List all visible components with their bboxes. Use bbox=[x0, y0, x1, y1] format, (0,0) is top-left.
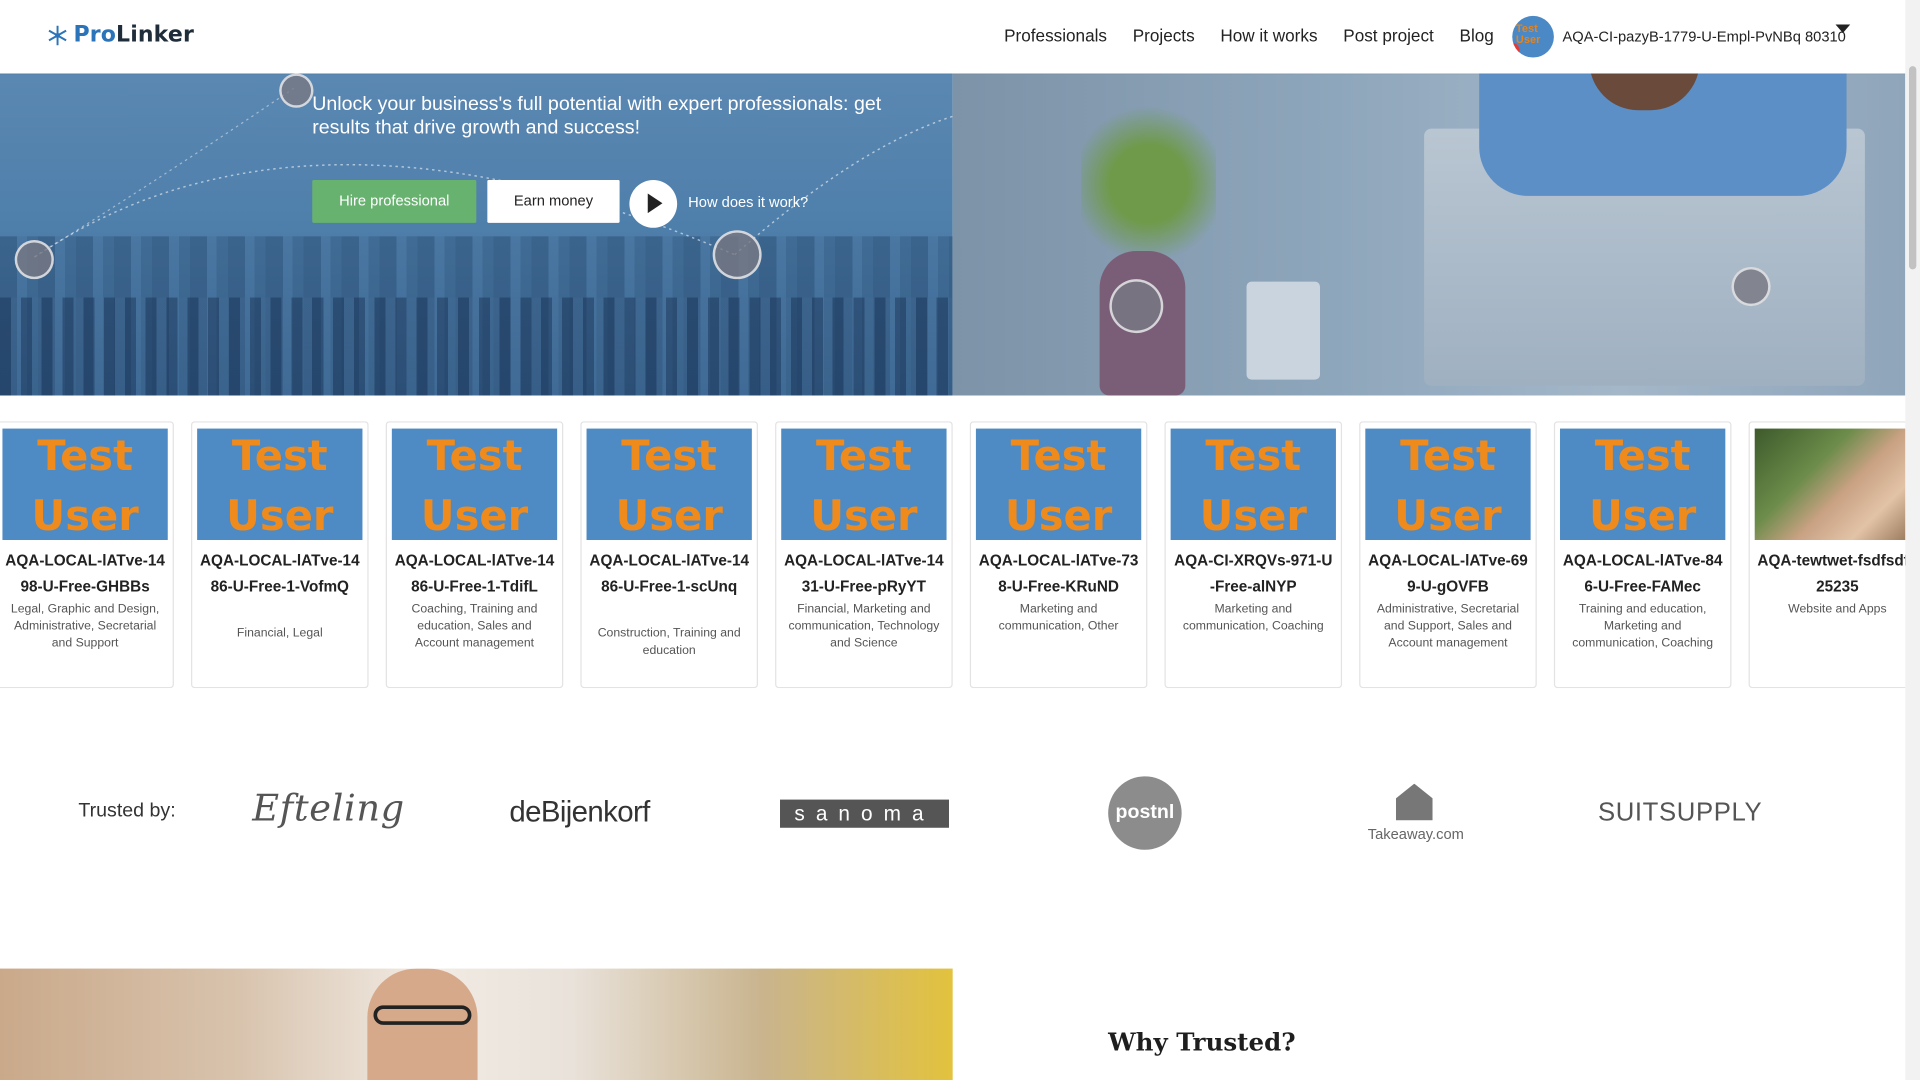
profile-image: Test User bbox=[1560, 428, 1726, 541]
professional-categories: Construction, Training and education bbox=[597, 626, 741, 658]
scrollbar-thumb[interactable] bbox=[1908, 66, 1917, 270]
professional-card[interactable]: Test User AQA-LOCAL-lATve-1431-U-Free-pRy… bbox=[775, 421, 953, 689]
profile-image: Test User bbox=[781, 428, 947, 541]
prolinker-logo[interactable]: ProLinker bbox=[47, 22, 194, 48]
professional-name[interactable]: AQA-LOCAL-lATve-1431-U-Free-pRyYT bbox=[782, 549, 945, 600]
network-avatar bbox=[1109, 279, 1164, 334]
chevron-down-icon[interactable] bbox=[1835, 24, 1851, 34]
nav-post-project[interactable]: Post project bbox=[1343, 26, 1434, 46]
nav-how-it-works[interactable]: How it works bbox=[1220, 26, 1317, 46]
why-trusted-image bbox=[0, 968, 953, 1080]
sanoma-logo: sanoma bbox=[780, 799, 949, 828]
efteling-logo: Efteling bbox=[252, 787, 405, 831]
takeaway-house-icon bbox=[1395, 783, 1433, 821]
professional-categories: Website and Apps bbox=[1788, 602, 1887, 616]
hire-professional-button[interactable]: Hire professional bbox=[312, 180, 477, 223]
professionals-carousel: Test User AQA-LOCAL-lATve-1498-U-Free-GHB… bbox=[0, 421, 1906, 689]
professional-name[interactable]: AQA-LOCAL-lATve-1498-U-Free-GHBBs bbox=[4, 549, 167, 600]
professional-categories: Marketing and communication, Other bbox=[998, 602, 1119, 634]
main-nav: Professionals Projects How it works Post… bbox=[1004, 26, 1494, 46]
professional-card[interactable]: Test User AQA-LOCAL-lATve-1486-U-Free-1-s… bbox=[580, 421, 758, 689]
glasses-shape bbox=[373, 1005, 472, 1025]
network-avatar bbox=[14, 240, 54, 280]
professional-card[interactable]: Test User AQA-LOCAL-lATve-738-U-Free-KRuN… bbox=[969, 421, 1148, 689]
trusted-by-label: Trusted by: bbox=[78, 800, 176, 822]
professional-name[interactable]: AQA-LOCAL-lATve-738-U-Free-KRuND bbox=[977, 549, 1140, 600]
page: ProLinker Professionals Projects How it … bbox=[0, 0, 1920, 1080]
why-trusted-title: Why Trusted? bbox=[1108, 1027, 1296, 1057]
profile-image: Test User bbox=[975, 428, 1142, 541]
logo-text: ProLinker bbox=[73, 22, 193, 48]
professional-categories: Legal, Graphic and Design, Administrativ… bbox=[10, 602, 160, 651]
professional-name[interactable]: AQA-LOCAL-lATve-1486-U-Free-1-scUnq bbox=[588, 549, 751, 600]
user-menu[interactable]: Test User 1 AQA-CI-pazyB-1779-U-Empl-PvN… bbox=[1512, 15, 1846, 58]
top-header: ProLinker Professionals Projects How it … bbox=[0, 0, 1906, 74]
profile-image: Test User bbox=[197, 428, 363, 541]
professional-name[interactable]: AQA-LOCAL-lATve-1486-U-Free-1-TdifL bbox=[393, 549, 556, 600]
professional-categories: Training and education, Marketing and co… bbox=[1572, 602, 1714, 651]
network-avatar bbox=[712, 230, 762, 280]
professional-card[interactable]: Test User AQA-LOCAL-lATve-1486-U-Free-1-V… bbox=[191, 421, 369, 689]
professional-name[interactable]: AQA-LOCAL-lATve-846-U-Free-FAMec bbox=[1561, 549, 1724, 600]
hero-section: Unlock your business's full potential wi… bbox=[0, 73, 1906, 396]
takeaway-logo-text: Takeaway.com bbox=[1367, 825, 1464, 843]
professional-card[interactable]: Test User AQA-CI-XRQVs-971-U-Free-alNYP M… bbox=[1164, 421, 1343, 689]
avatar[interactable]: Test User 1 bbox=[1512, 15, 1554, 58]
hero-city-image: Unlock your business's full potential wi… bbox=[0, 73, 953, 396]
earn-money-button[interactable]: Earn money bbox=[487, 180, 620, 223]
profile-photo bbox=[1754, 428, 1906, 541]
takeaway-logo: Takeaway.com bbox=[1367, 783, 1464, 843]
professional-card[interactable]: AQA-tewtwet-fsdfsdf325235 Website and Ap… bbox=[1748, 421, 1906, 689]
suitsupply-logo: SUITSUPPLY bbox=[1597, 798, 1763, 827]
professional-name[interactable]: AQA-CI-XRQVs-971-U-Free-alNYP bbox=[1172, 549, 1335, 600]
mug-shape bbox=[1246, 281, 1321, 380]
debijenkorf-logo: deBijenkorf bbox=[509, 795, 650, 829]
professional-name[interactable]: AQA-LOCAL-lATve-1486-U-Free-1-VofmQ bbox=[198, 549, 361, 600]
professional-name[interactable]: AQA-tewtwet-fsdfsdf325235 bbox=[1756, 549, 1905, 600]
how-does-it-work-link[interactable]: How does it work? bbox=[688, 193, 808, 210]
profile-image: Test User bbox=[2, 428, 168, 541]
professional-categories: Financial, Legal bbox=[236, 626, 323, 641]
network-avatar bbox=[279, 73, 314, 108]
professional-categories: Marketing and communication, Coaching bbox=[1182, 602, 1324, 634]
profile-image: Test User bbox=[391, 428, 558, 541]
professional-categories: Financial, Marketing and communication, … bbox=[788, 602, 940, 651]
hero-tagline: Unlock your business's full potential wi… bbox=[312, 94, 882, 139]
logo-text-linker: Linker bbox=[116, 22, 194, 48]
postnl-logo: postnl bbox=[1108, 776, 1182, 850]
logo-snowflake-icon bbox=[48, 25, 67, 45]
plant-shape bbox=[1081, 73, 1216, 258]
play-icon[interactable] bbox=[629, 180, 678, 228]
professional-card[interactable]: Test User AQA-LOCAL-lATve-1498-U-Free-GHB… bbox=[0, 421, 174, 689]
professional-card[interactable]: Test User AQA-LOCAL-lATve-1486-U-Free-1-T… bbox=[385, 421, 564, 689]
nav-professionals[interactable]: Professionals bbox=[1004, 26, 1107, 46]
logo-text-pro: Pro bbox=[73, 22, 117, 48]
nav-blog[interactable]: Blog bbox=[1460, 26, 1494, 46]
profile-image: Test User bbox=[1170, 428, 1336, 541]
page-scrollbar[interactable] bbox=[1905, 0, 1920, 1080]
nav-projects[interactable]: Projects bbox=[1133, 26, 1195, 46]
professional-categories: Coaching, Training and education, Sales … bbox=[411, 602, 538, 651]
professional-card[interactable]: Test User AQA-LOCAL-lATve-699-U-gOVFB Adm… bbox=[1359, 421, 1537, 689]
professional-name[interactable]: AQA-LOCAL-lATve-699-U-gOVFB bbox=[1367, 549, 1530, 600]
user-name[interactable]: AQA-CI-pazyB-1779-U-Empl-PvNBq 80310 bbox=[1562, 28, 1845, 45]
profile-image: Test User bbox=[586, 428, 752, 541]
network-avatar bbox=[1731, 266, 1771, 307]
professional-card[interactable]: Test User AQA-LOCAL-lATve-846-U-Free-FAMe… bbox=[1553, 421, 1732, 689]
hero-office-image bbox=[952, 73, 1906, 396]
profile-image: Test User bbox=[1365, 428, 1531, 541]
avatar-text: Test User bbox=[1515, 22, 1541, 46]
professional-categories: Administrative, Secretarial and Support,… bbox=[1376, 602, 1520, 651]
